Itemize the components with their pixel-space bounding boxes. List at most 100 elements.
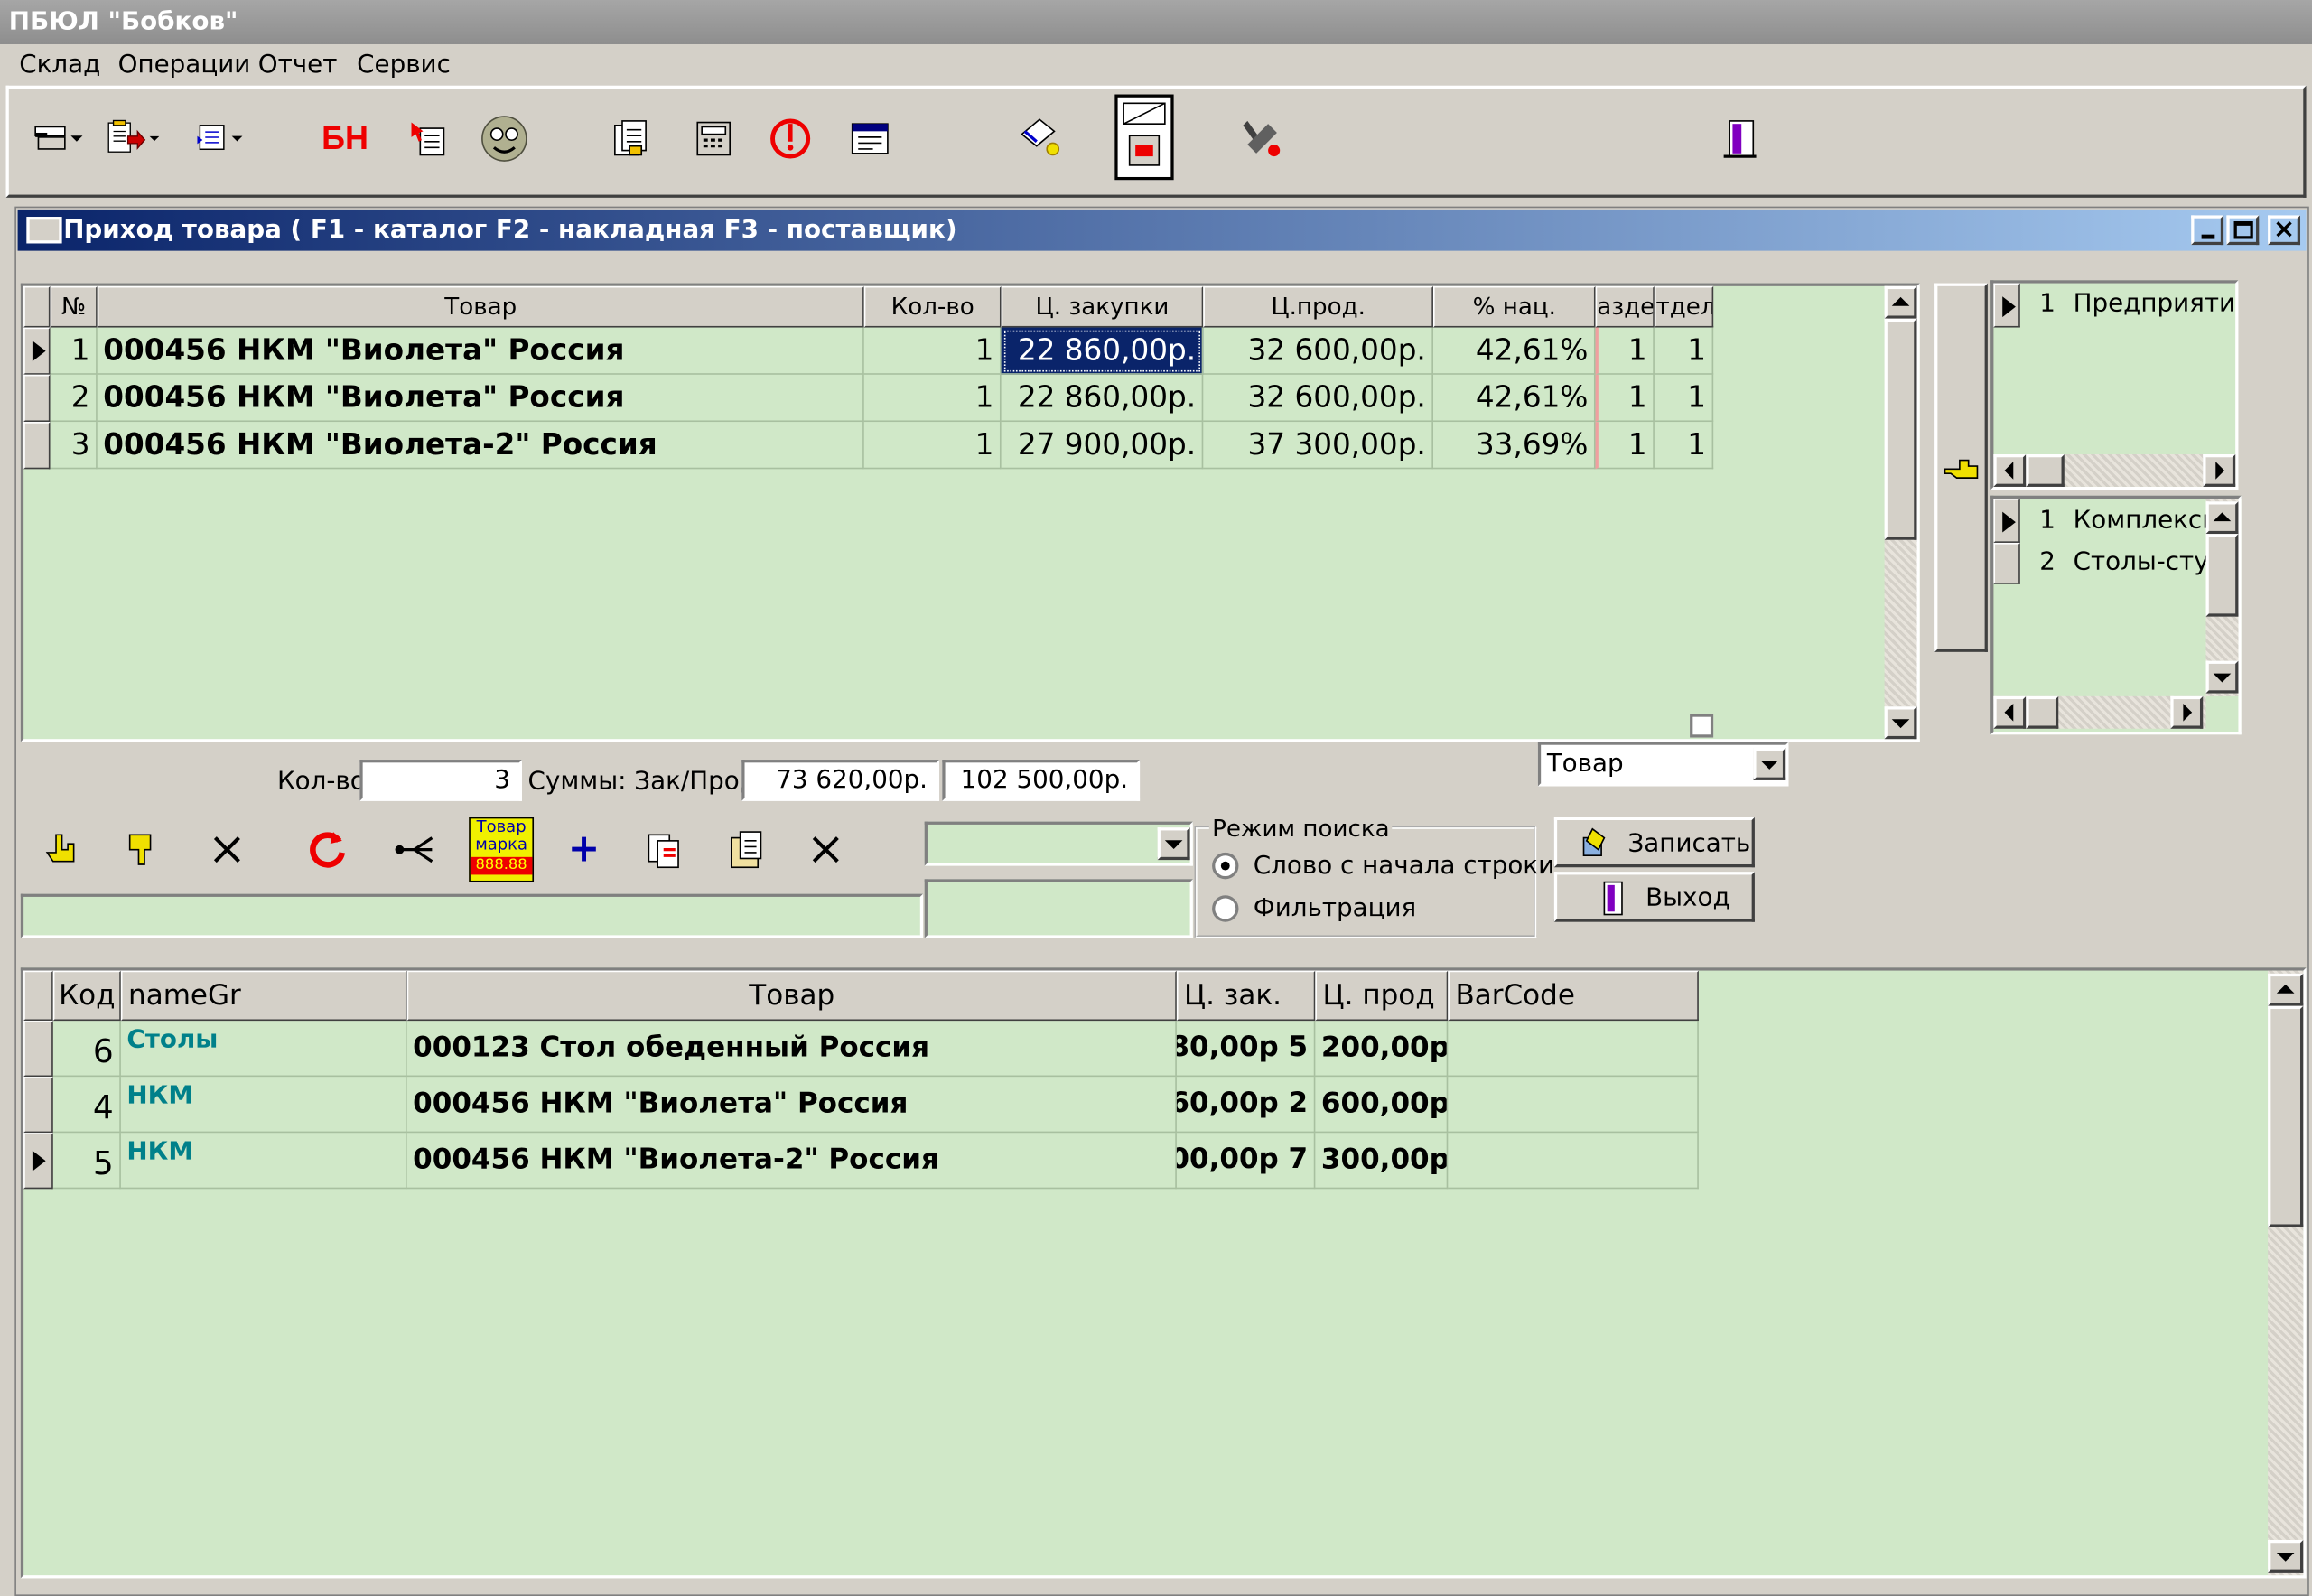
- minimize-button[interactable]: [2191, 215, 2224, 246]
- search-combo[interactable]: [924, 821, 1193, 866]
- delete-x-icon[interactable]: [200, 823, 254, 876]
- chevron-down-icon[interactable]: [1157, 827, 1190, 861]
- table-row[interactable]: 2 000456 НКМ "Виолета" Россия 1 22 860,0…: [23, 374, 1714, 423]
- col-header-razdel[interactable]: аздел: [1595, 285, 1655, 328]
- search-text-input[interactable]: [20, 893, 924, 938]
- save-button[interactable]: Записать: [1553, 817, 1755, 868]
- row-selector[interactable]: [23, 1133, 53, 1190]
- refresh-icon[interactable]: [301, 823, 354, 876]
- power-off-icon[interactable]: [764, 112, 817, 165]
- tree-row-name[interactable]: Предприятие: [2074, 289, 2236, 319]
- exit-label: Выход: [1645, 883, 1730, 913]
- col-header-otdel[interactable]: тдел: [1654, 285, 1714, 328]
- table-row[interactable]: 6 Столы 000123 Стол обеденный Россия 5 4…: [23, 1021, 1699, 1078]
- col-header-buy-price[interactable]: Ц. зак.: [1176, 970, 1316, 1022]
- menu-service[interactable]: Сервис: [357, 51, 451, 80]
- cell-buy-price-selected[interactable]: 22 860,00р.: [1001, 327, 1204, 375]
- col-header-num[interactable]: №: [50, 285, 98, 328]
- row-selector[interactable]: [1993, 283, 2020, 328]
- tree-row-name[interactable]: Столы-стул: [2074, 547, 2206, 577]
- scroll-up-button[interactable]: [2205, 501, 2239, 535]
- maximize-button[interactable]: [2226, 215, 2260, 246]
- sell-total-field[interactable]: 102 500,00р.: [942, 760, 1141, 801]
- row-selector[interactable]: [1993, 498, 2020, 543]
- bn-button[interactable]: БН: [315, 112, 374, 165]
- scroll-up-button[interactable]: [2268, 973, 2304, 1006]
- table-row[interactable]: 3 000456 НКМ "Виолета-2" Россия 1 27 900…: [23, 422, 1714, 470]
- scroll-thumb[interactable]: [2026, 695, 2059, 729]
- exit-door-icon[interactable]: [1713, 112, 1767, 165]
- search-field-select[interactable]: Товар: [1537, 742, 1789, 787]
- scroll-thumb[interactable]: [1884, 318, 1917, 540]
- col-header-sell-price[interactable]: Ц. прод: [1315, 970, 1449, 1022]
- warehouse-dropdown-icon[interactable]: [33, 112, 86, 165]
- tools-icon[interactable]: [1235, 112, 1289, 165]
- stamp-icon[interactable]: Товар марка 888.88: [469, 817, 535, 882]
- col-header-code[interactable]: Код: [52, 970, 121, 1022]
- eraser-icon[interactable]: [1014, 109, 1067, 163]
- document-list-icon[interactable]: [195, 112, 248, 165]
- scroll-thumb[interactable]: [2268, 1005, 2304, 1227]
- paste-document-icon[interactable]: [720, 823, 773, 876]
- col-header-product[interactable]: Товар: [406, 970, 1177, 1022]
- tree-row-name[interactable]: Комплексн: [2074, 506, 2206, 536]
- clipboard-export-icon[interactable]: [107, 112, 160, 165]
- hand-up-icon[interactable]: [35, 823, 89, 876]
- cash-register-icon[interactable]: [1114, 94, 1174, 181]
- scroll-down-button[interactable]: [1884, 706, 1917, 740]
- scroll-left-button[interactable]: [1993, 695, 2027, 729]
- row-selector[interactable]: [23, 1077, 53, 1134]
- window-list-icon[interactable]: [844, 112, 897, 165]
- col-header-buy-price[interactable]: Ц. закупки: [1001, 285, 1204, 328]
- current-row-indicator-icon: [2002, 511, 2016, 533]
- qty-total-field[interactable]: 3: [359, 760, 522, 801]
- exit-door-icon: [1603, 881, 1623, 916]
- tree-split-icon[interactable]: [389, 823, 443, 876]
- row-selector[interactable]: [23, 374, 51, 423]
- row-selector[interactable]: [23, 422, 51, 470]
- exit-button[interactable]: Выход: [1553, 872, 1755, 922]
- col-header-qty[interactable]: Кол-во: [863, 285, 1002, 328]
- row-selector[interactable]: [23, 1021, 53, 1078]
- col-header-margin[interactable]: % нац.: [1432, 285, 1596, 328]
- document-red-icon[interactable]: [401, 112, 454, 165]
- grid-corner: [23, 970, 53, 1022]
- scroll-right-button[interactable]: [2170, 695, 2204, 729]
- buy-total-field[interactable]: 73 620,00р.: [741, 760, 940, 801]
- menu-report[interactable]: Отчет: [258, 51, 338, 80]
- small-checkbox[interactable]: [1690, 714, 1714, 738]
- scroll-down-button[interactable]: [2268, 1539, 2304, 1573]
- search-aux-input[interactable]: [924, 879, 1193, 938]
- table-row[interactable]: 5 НКМ 000456 НКМ "Виолета-2" Россия 7 90…: [23, 1133, 1699, 1190]
- scroll-down-button[interactable]: [2205, 660, 2239, 694]
- menu-sklad[interactable]: Склад: [19, 51, 100, 80]
- clear-x-icon[interactable]: [799, 823, 853, 876]
- copy-document-icon[interactable]: [637, 823, 690, 876]
- calculator-icon[interactable]: [687, 112, 741, 165]
- row-selector[interactable]: [23, 327, 51, 375]
- chevron-down-icon[interactable]: [1753, 747, 1786, 780]
- add-plus-icon[interactable]: +: [557, 823, 611, 876]
- scroll-thumb[interactable]: [2205, 534, 2239, 617]
- table-row[interactable]: 4 НКМ 000456 НКМ "Виолета" Россия 2 860,…: [23, 1077, 1699, 1134]
- menu-operations[interactable]: Операции: [118, 51, 251, 80]
- col-header-sell-price[interactable]: Ц.прод.: [1203, 285, 1433, 328]
- hand-down-icon[interactable]: [115, 823, 168, 876]
- radio-label: Слово с начала строки: [1253, 851, 1555, 881]
- documents-stack-icon[interactable]: [604, 112, 657, 165]
- scroll-thumb[interactable]: [2026, 453, 2065, 487]
- close-button[interactable]: ×: [2268, 215, 2301, 246]
- scroll-up-button[interactable]: [1884, 285, 1917, 319]
- row-selector[interactable]: [1993, 542, 2020, 584]
- col-header-group[interactable]: nameGr: [120, 970, 407, 1022]
- table-row[interactable]: 1 000456 НКМ "Виолета" Россия 1 22 860,0…: [23, 327, 1714, 375]
- col-header-barcode[interactable]: BarCode: [1448, 970, 1699, 1022]
- face-icon[interactable]: [478, 112, 531, 165]
- radio-word-start[interactable]: Слово с начала строки: [1212, 848, 1554, 883]
- pick-button[interactable]: [1934, 283, 1988, 652]
- search-mode-legend: Режим поиска: [1208, 814, 1393, 843]
- scroll-left-button[interactable]: [1993, 453, 2027, 487]
- col-header-product[interactable]: Товар: [97, 285, 864, 328]
- radio-filtration[interactable]: Фильтрация: [1212, 891, 1531, 926]
- scroll-right-button[interactable]: [2203, 453, 2236, 487]
